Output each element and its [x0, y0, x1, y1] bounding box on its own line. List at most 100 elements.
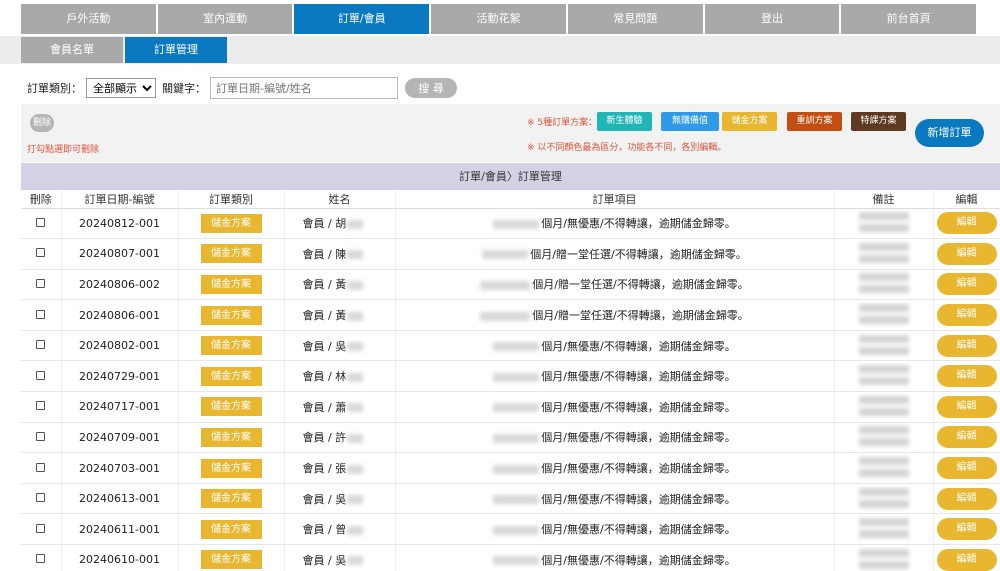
order-type-cell: 儲金方案 — [178, 483, 285, 515]
member-name-cell: 會員 / 陳 — [284, 238, 396, 270]
member-initial: 吳 — [335, 339, 347, 353]
delete-cell — [21, 360, 62, 393]
member-name-cell: 會員 / 吳 — [284, 544, 396, 571]
order-item-text: 個月/無優惠/不得轉讓，逾期儲金歸零。 — [541, 523, 736, 537]
edit-button[interactable]: 編輯 — [936, 426, 997, 449]
redacted-name — [347, 403, 364, 413]
member-initial: 許 — [335, 431, 347, 445]
edit-button[interactable]: 編輯 — [936, 273, 997, 296]
sub-nav-tab[interactable]: 會員名單 — [21, 37, 123, 63]
order-type-tag: 儲金方案 — [200, 244, 262, 264]
order-type-cell: 儲金方案 — [178, 391, 285, 423]
nav-tab[interactable]: 前台首頁 — [841, 4, 977, 34]
nav-tab[interactable]: 登出 — [704, 4, 840, 34]
delete-checkbox[interactable] — [36, 217, 46, 227]
edit-button[interactable]: 編輯 — [936, 334, 997, 357]
delete-checkbox[interactable] — [36, 401, 46, 411]
sub-nav-tab[interactable]: 訂單管理 — [125, 37, 227, 63]
order-item-text: 個月/無優惠/不得轉讓，逾期儲金歸零。 — [541, 400, 736, 414]
order-date-no: 20240610-001 — [61, 544, 179, 571]
edit-button[interactable]: 編輯 — [936, 242, 997, 265]
redacted-remark — [858, 457, 909, 480]
member-prefix: 會員 / — [302, 370, 332, 384]
delete-checkbox[interactable] — [36, 370, 46, 380]
column-header: 編輯 — [933, 190, 1000, 209]
edit-button[interactable]: 編輯 — [936, 457, 997, 480]
edit-button[interactable]: 編輯 — [936, 212, 997, 235]
member-name-cell: 會員 / 張 — [284, 452, 396, 484]
member-initial: 蕭 — [335, 400, 347, 414]
edit-button[interactable]: 編輯 — [936, 487, 997, 510]
delete-checkbox[interactable] — [36, 431, 46, 441]
member-prefix: 會員 / — [302, 278, 332, 292]
keyword-input[interactable] — [210, 77, 398, 99]
redacted-name — [347, 372, 364, 382]
edit-button[interactable]: 編輯 — [936, 304, 997, 327]
delete-cell — [21, 208, 62, 240]
member-name-cell: 會員 / 吳 — [284, 330, 396, 362]
member-name-cell: 會員 / 黃 — [284, 299, 396, 331]
order-item-cell: 個月/贈一堂任選/不得轉讓，逾期儲金歸零。 — [395, 269, 835, 301]
order-item-text: 個月/無優惠/不得轉讓，逾期儲金歸零。 — [541, 492, 736, 506]
member-prefix: 會員 / — [302, 217, 332, 231]
order-item-text: 個月/無優惠/不得轉讓，逾期儲金歸零。 — [541, 217, 736, 231]
add-order-button[interactable]: 新增訂單 — [915, 119, 984, 147]
edit-cell: 編輯 — [933, 422, 1000, 454]
nav-tab[interactable]: 活動花絮 — [431, 4, 566, 34]
delete-cell — [21, 513, 62, 546]
order-item-text: 個月/無優惠/不得轉讓，逾期儲金歸零。 — [541, 431, 736, 445]
order-type-cell: 儲金方案 — [178, 208, 285, 240]
edit-button[interactable]: 編輯 — [936, 395, 997, 418]
order-item-text: 個月/無優惠/不得轉讓，逾期儲金歸零。 — [541, 339, 736, 353]
delete-cell — [21, 391, 62, 423]
nav-tab[interactable]: 常見問題 — [567, 4, 703, 34]
delete-checkbox[interactable] — [36, 554, 46, 564]
table-title: 訂單/會員〉訂單管理 — [21, 163, 1000, 190]
remark-cell — [834, 238, 934, 270]
edit-button[interactable]: 編輯 — [936, 518, 997, 541]
edit-cell: 編輯 — [933, 544, 1000, 571]
order-item-text: 個月/贈一堂任選/不得轉讓，逾期儲金歸零。 — [532, 309, 749, 323]
order-type-tag: 儲金方案 — [200, 366, 262, 386]
order-date-no: 20240703-001 — [61, 452, 179, 484]
member-prefix: 會員 / — [302, 431, 332, 445]
remark-cell — [834, 544, 934, 571]
category-select[interactable]: 全部顯示 — [86, 78, 156, 98]
nav-tab[interactable]: 戶外活動 — [21, 4, 156, 34]
member-prefix: 會員 / — [302, 247, 332, 261]
edit-cell: 編輯 — [933, 238, 1000, 270]
delete-checkbox[interactable] — [36, 462, 46, 472]
plan-legend-pill: 特課方案 — [851, 112, 906, 131]
delete-checkbox[interactable] — [36, 340, 46, 350]
delete-checkbox[interactable] — [36, 309, 46, 319]
edit-button[interactable]: 編輯 — [936, 365, 997, 388]
remark-cell — [834, 452, 934, 484]
nav-tab[interactable]: 室內運動 — [157, 4, 293, 34]
order-type-tag: 儲金方案 — [200, 458, 262, 478]
order-item-text: 個月/無優惠/不得轉讓，逾期儲金歸零。 — [541, 553, 736, 567]
redacted-amount — [493, 219, 540, 229]
member-initial: 吳 — [335, 553, 347, 567]
column-header: 訂單日期-編號 — [61, 190, 179, 209]
delete-checkbox[interactable] — [36, 523, 46, 533]
order-item-cell: 個月/無優惠/不得轉讓，逾期儲金歸零。 — [395, 330, 835, 362]
redacted-amount — [493, 403, 540, 413]
member-initial: 吳 — [335, 492, 347, 506]
column-header: 訂單項目 — [395, 190, 835, 209]
redacted-name — [347, 464, 364, 474]
delete-checkbox[interactable] — [36, 493, 46, 503]
order-type-cell: 儲金方案 — [178, 299, 285, 331]
column-header: 訂單類別 — [178, 190, 285, 209]
delete-checkbox[interactable] — [36, 248, 46, 258]
order-date-no: 20240717-001 — [61, 391, 179, 423]
remark-cell — [834, 208, 934, 240]
order-item-cell: 個月/無優惠/不得轉讓，逾期儲金歸零。 — [395, 513, 835, 546]
order-date-no: 20240729-001 — [61, 360, 179, 393]
delete-button[interactable]: 刪除 — [30, 114, 54, 132]
search-button[interactable]: 搜 尋 — [405, 78, 457, 98]
order-item-cell: 個月/贈一堂任選/不得轉讓，逾期儲金歸零。 — [395, 238, 835, 270]
nav-tab[interactable]: 訂單/會員 — [294, 4, 430, 34]
order-type-cell: 儲金方案 — [178, 452, 285, 484]
edit-button[interactable]: 編輯 — [936, 548, 997, 571]
delete-checkbox[interactable] — [36, 278, 46, 288]
